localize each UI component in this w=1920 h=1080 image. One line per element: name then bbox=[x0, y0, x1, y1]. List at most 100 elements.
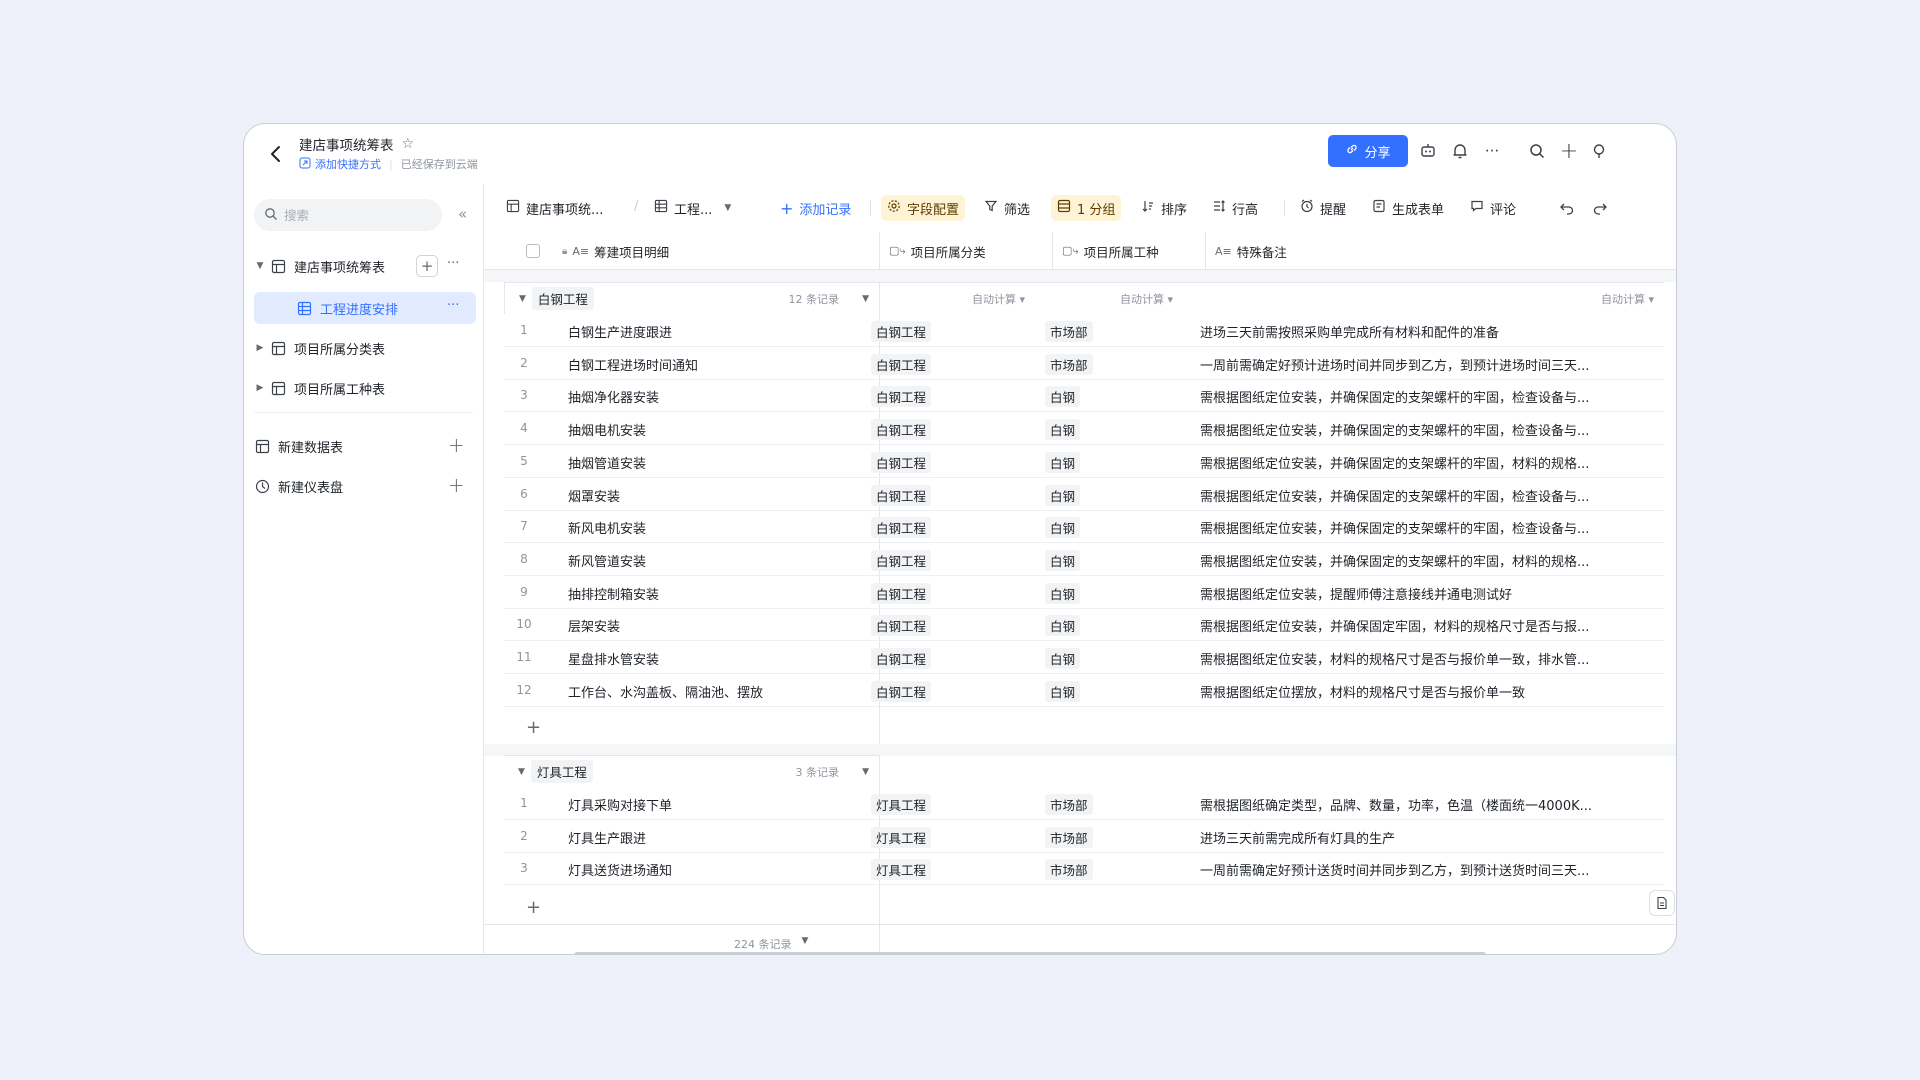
column-header-c4[interactable]: A≡ 特殊备注 bbox=[1215, 232, 1287, 270]
notification-icon[interactable] bbox=[1587, 139, 1611, 163]
filter-button[interactable]: 筛选 bbox=[978, 195, 1036, 221]
table-row[interactable]: 5 抽烟管道安装 白钢工程 白钢 需根据图纸定位安装，并确保固定的支架螺杆的牢固，材料的… bbox=[504, 445, 1664, 478]
cell-worktype-tag[interactable]: 市场部 bbox=[1045, 794, 1093, 815]
caret-down-icon[interactable]: ▼ bbox=[519, 294, 526, 304]
table-row[interactable]: 9 抽排控制箱安装 白钢工程 白钢 需根据图纸定位安装，提醒师傅注意接线并通电测试好 bbox=[504, 576, 1664, 609]
add-record-button[interactable]: + 添加记录 bbox=[774, 195, 857, 221]
cell-item-name[interactable]: 新风管道安装 bbox=[568, 551, 646, 570]
cell-worktype-tag[interactable]: 白钢 bbox=[1045, 549, 1081, 571]
group-header[interactable]: ▼ 白钢工程 12 条记录 ▼ bbox=[504, 282, 879, 314]
cell-item-name[interactable]: 白钢生产进度跟进 bbox=[568, 322, 672, 341]
auto-calc-c2[interactable]: 自动计算 ▾ bbox=[972, 291, 1025, 307]
cell-note[interactable]: 需根据图纸定位安装，并确保固定的支架螺杆的牢固，检查设备与... bbox=[1200, 486, 1625, 505]
cell-note[interactable]: 进场三天前需按照采购单完成所有材料和配件的准备 bbox=[1200, 322, 1625, 341]
sidebar-item-base[interactable]: ▼ 建店事项统筹表 + ··· bbox=[252, 250, 476, 282]
star-icon[interactable]: ☆ bbox=[402, 136, 415, 152]
cell-worktype-tag[interactable]: 市场部 bbox=[1045, 321, 1093, 342]
redo-icon[interactable] bbox=[1586, 195, 1614, 221]
cell-item-name[interactable]: 抽烟电机安装 bbox=[568, 420, 646, 439]
table-row[interactable]: 3 灯具送货进场通知 灯具工程 市场部 一周前需确定好预计送货时间并同步到乙方，到预计送… bbox=[504, 852, 1664, 886]
cell-note[interactable]: 需根据图纸定位安装，并确保固定的支架螺杆的牢固，检查设备与... bbox=[1200, 420, 1625, 439]
cell-worktype-tag[interactable]: 白钢 bbox=[1045, 419, 1081, 441]
cell-item-name[interactable]: 抽排控制箱安装 bbox=[568, 584, 659, 603]
comment-button[interactable]: 评论 bbox=[1464, 195, 1522, 221]
table-row[interactable]: 11 星盘排水管安装 白钢工程 白钢 需根据图纸定位安装，材料的规格尺寸是否与报价单一致… bbox=[504, 641, 1664, 674]
cell-worktype-tag[interactable]: 市场部 bbox=[1045, 826, 1093, 848]
select-all-checkbox[interactable] bbox=[526, 232, 540, 270]
table-row[interactable]: 4 抽烟电机安装 白钢工程 白钢 需根据图纸定位安装，并确保固定的支架螺杆的牢固，检查设… bbox=[504, 412, 1664, 446]
cell-category-tag[interactable]: 白钢工程 bbox=[871, 419, 932, 441]
cell-item-name[interactable]: 灯具送货进场通知 bbox=[568, 860, 672, 879]
table-row[interactable]: 10 层架安装 白钢工程 白钢 需根据图纸定位安装，并确保固定牢固，材料的规格尺寸是否与… bbox=[504, 608, 1664, 642]
sidebar-item-category[interactable]: ▶ 项目所属分类表 bbox=[252, 332, 476, 364]
cell-note[interactable]: 需根据图纸定位安装，并确保固定的支架螺杆的牢固，材料的规格... bbox=[1200, 551, 1625, 570]
cell-note[interactable]: 需根据图纸定位安装，并确保固定牢固，材料的规格尺寸是否与报... bbox=[1200, 616, 1625, 635]
sidebar-item-worktype[interactable]: ▶ 项目所属工种表 bbox=[252, 372, 476, 404]
cell-item-name[interactable]: 烟罩安装 bbox=[568, 486, 620, 505]
cell-note[interactable]: 需根据图纸确定类型，品牌、数量，功率，色温（楼面统一4000K... bbox=[1200, 795, 1625, 814]
cell-worktype-tag[interactable]: 市场部 bbox=[1045, 859, 1093, 881]
cell-category-tag[interactable]: 灯具工程 bbox=[871, 794, 932, 815]
new-dashboard-button[interactable]: 新建仪表盘 + bbox=[252, 470, 476, 502]
table-row[interactable]: 7 新风电机安装 白钢工程 白钢 需根据图纸定位安装，并确保固定的支架螺杆的牢固，检查设… bbox=[504, 510, 1664, 544]
add-shortcut-link[interactable]: 添加快捷方式 bbox=[299, 156, 381, 172]
cell-worktype-tag[interactable]: 白钢 bbox=[1045, 582, 1081, 604]
plus-icon[interactable]: + bbox=[448, 473, 465, 497]
cell-category-tag[interactable]: 灯具工程 bbox=[871, 859, 932, 881]
cell-note[interactable]: 需根据图纸定位摆放，材料的规格尺寸是否与报价单一致 bbox=[1200, 682, 1625, 701]
share-button[interactable]: 分享 bbox=[1328, 135, 1408, 167]
cell-note[interactable]: 一周前需确定好预计进场时间并同步到乙方，到预计进场时间三天... bbox=[1200, 355, 1625, 374]
cell-worktype-tag[interactable]: 白钢 bbox=[1045, 386, 1081, 408]
caret-down-icon[interactable]: ▼ bbox=[518, 767, 525, 777]
search-input[interactable] bbox=[284, 207, 424, 223]
sidebar-item-schedule[interactable]: 工程进度安排 ··· bbox=[254, 292, 476, 324]
cell-category-tag[interactable]: 灯具工程 bbox=[871, 826, 932, 848]
cell-category-tag[interactable]: 白钢工程 bbox=[871, 321, 932, 342]
undo-icon[interactable] bbox=[1553, 195, 1581, 221]
cell-category-tag[interactable]: 白钢工程 bbox=[871, 648, 932, 669]
caret-right-icon[interactable]: ▶ bbox=[252, 343, 268, 353]
caret-right-icon[interactable]: ▶ bbox=[252, 383, 268, 393]
back-icon[interactable] bbox=[264, 142, 288, 166]
table-row[interactable]: 1 白钢生产进度跟进 白钢工程 市场部 进场三天前需按照采购单完成所有材料和配件的准备 bbox=[504, 314, 1664, 347]
cell-note[interactable]: 进场三天前需完成所有灯具的生产 bbox=[1200, 828, 1625, 847]
row-height-button[interactable]: 行高 bbox=[1206, 195, 1264, 221]
cell-worktype-tag[interactable]: 白钢 bbox=[1045, 517, 1081, 539]
document-icon[interactable] bbox=[1649, 890, 1675, 916]
cell-category-tag[interactable]: 白钢工程 bbox=[871, 582, 932, 604]
new-table-button[interactable]: 新建数据表 + bbox=[252, 430, 476, 462]
chevron-down-icon[interactable]: ▼ bbox=[862, 294, 869, 304]
table-row[interactable]: 1 灯具采购对接下单 灯具工程 市场部 需根据图纸确定类型，品牌、数量，功率，色温（楼面… bbox=[504, 787, 1664, 820]
cell-worktype-tag[interactable]: 白钢 bbox=[1045, 680, 1081, 702]
plus-icon[interactable]: + bbox=[448, 433, 465, 457]
cell-item-name[interactable]: 层架安装 bbox=[568, 616, 620, 635]
cell-category-tag[interactable]: 白钢工程 bbox=[871, 517, 932, 539]
more-icon[interactable]: ··· bbox=[447, 256, 459, 271]
cell-category-tag[interactable]: 白钢工程 bbox=[871, 680, 932, 702]
cell-note[interactable]: 需根据图纸定位安装，并确保固定的支架螺杆的牢固，材料的规格... bbox=[1200, 453, 1625, 472]
table-row[interactable]: 2 灯具生产跟进 灯具工程 市场部 进场三天前需完成所有灯具的生产 bbox=[504, 820, 1664, 853]
search-box[interactable] bbox=[254, 199, 442, 231]
cell-worktype-tag[interactable]: 白钢 bbox=[1045, 615, 1081, 637]
cell-category-tag[interactable]: 白钢工程 bbox=[871, 484, 932, 506]
cell-category-tag[interactable]: 白钢工程 bbox=[871, 353, 932, 375]
cell-item-name[interactable]: 白钢工程进场时间通知 bbox=[568, 355, 698, 374]
cell-note[interactable]: 需根据图纸定位安装，并确保固定的支架螺杆的牢固，检查设备与... bbox=[1200, 387, 1625, 406]
breadcrumb-table[interactable]: 建店事项统... bbox=[500, 195, 609, 221]
remind-button[interactable]: 提醒 bbox=[1294, 195, 1352, 221]
chevron-down-icon[interactable]: ▼ bbox=[862, 767, 869, 777]
cell-worktype-tag[interactable]: 白钢 bbox=[1045, 484, 1081, 506]
table-row[interactable]: 2 白钢工程进场时间通知 白钢工程 市场部 一周前需确定好预计进场时间并同步到乙方，到预… bbox=[504, 347, 1664, 380]
cell-item-name[interactable]: 灯具生产跟进 bbox=[568, 828, 646, 847]
caret-down-icon[interactable]: ▼ bbox=[252, 261, 268, 271]
more-icon[interactable]: ··· bbox=[1480, 139, 1504, 163]
column-header-c2[interactable]: ▢⤷ 项目所属分类 bbox=[889, 232, 986, 270]
cell-category-tag[interactable]: 白钢工程 bbox=[871, 549, 932, 571]
horizontal-scrollbar[interactable] bbox=[574, 952, 1486, 954]
add-row-button[interactable]: + bbox=[504, 891, 884, 924]
cell-item-name[interactable]: 抽烟净化器安装 bbox=[568, 387, 659, 406]
cell-worktype-tag[interactable]: 白钢 bbox=[1045, 648, 1081, 669]
field-config-button[interactable]: 字段配置 bbox=[881, 195, 966, 221]
add-item-icon[interactable]: + bbox=[416, 255, 438, 277]
bell-icon[interactable] bbox=[1448, 139, 1472, 163]
